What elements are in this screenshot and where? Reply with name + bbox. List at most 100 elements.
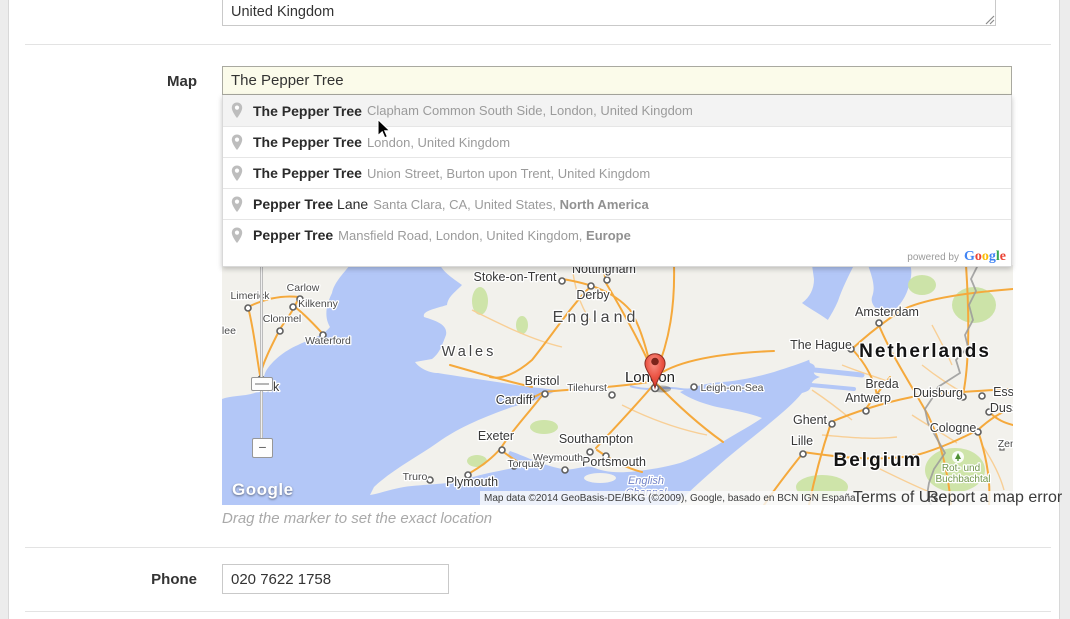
autocomplete-dropdown: The Pepper Tree Clapham Common South Side…	[222, 95, 1012, 267]
place-pin-icon	[231, 196, 243, 213]
map-label: ulee	[222, 325, 236, 337]
map-label: Plymouth	[446, 475, 498, 489]
google-logo-letter: o	[982, 249, 989, 264]
item-secondary-text: Mansfield Road, London, United Kingdom, …	[338, 228, 631, 243]
google-logo-letter: g	[989, 249, 996, 264]
map-label: Breda	[865, 377, 898, 391]
autocomplete-item[interactable]: The Pepper Tree Union Street, Burton upon…	[223, 157, 1011, 188]
powered-by-google[interactable]: powered by Google	[223, 250, 1011, 266]
map-label: Stoke-on-Trent	[474, 270, 557, 284]
map-label: Zentr	[998, 438, 1013, 450]
map-label: Rot- und	[942, 463, 980, 474]
item-secondary-text: Santa Clara, CA, United States, North Am…	[373, 197, 649, 212]
zoom-slider-track[interactable]	[260, 265, 263, 439]
map-label: Kilkenny	[298, 298, 338, 310]
park-icon	[952, 451, 964, 463]
phone-field-label: Phone	[57, 571, 197, 588]
map-label: Amsterdam	[855, 305, 919, 319]
map-label: England	[553, 309, 640, 326]
map-label: Truro	[403, 471, 428, 483]
item-secondary-text: Clapham Common South Side, London, Unite…	[367, 103, 693, 118]
map-label: Belgium	[834, 450, 923, 471]
city-dot	[609, 392, 615, 398]
item-main-text: The Pepper Tree	[253, 103, 362, 119]
map-label: Exeter	[478, 429, 514, 443]
city-dot	[499, 447, 505, 453]
report-map-error-link[interactable]: Report a map error	[927, 491, 1062, 505]
google-logo-letter: e	[1000, 249, 1006, 264]
map-label: Buchbachtal	[935, 474, 990, 485]
map-label: Southampton	[559, 432, 633, 446]
city-dot	[277, 328, 283, 334]
item-secondary-text: Union Street, Burton upon Trent, United …	[367, 166, 650, 181]
map-label: Antwerp	[845, 391, 891, 405]
city-dot	[876, 320, 882, 326]
map-label: The Hague	[790, 338, 852, 352]
map-label: Cardiff	[496, 393, 533, 407]
map-label: Esse	[993, 385, 1013, 399]
place-pin-icon	[231, 165, 243, 182]
city-dot	[542, 391, 548, 397]
place-pin-icon	[231, 102, 243, 119]
map-label: Derby	[576, 288, 610, 302]
map-label: Duisburg	[913, 386, 963, 400]
section-divider	[25, 611, 1051, 612]
autocomplete-item[interactable]: Pepper Tree Lane Santa Clara, CA, United …	[223, 188, 1011, 219]
autocomplete-item[interactable]: Pepper Tree Mansfield Road, London, Unite…	[223, 219, 1011, 250]
zoom-slider-thumb[interactable]	[251, 377, 273, 391]
google-maps-logo[interactable]: Google	[232, 480, 294, 500]
map-field-label: Map	[57, 73, 197, 90]
map-label: Carlow	[287, 282, 320, 294]
item-main-text: Pepper Tree Lane	[253, 196, 368, 212]
item-main-text: The Pepper Tree	[253, 165, 362, 181]
city-dot	[829, 421, 835, 427]
city-dot	[604, 277, 610, 283]
city-dot	[290, 304, 296, 310]
textarea-resize-handle-icon[interactable]	[985, 15, 995, 25]
powered-by-label: powered by	[907, 252, 959, 263]
map-label: Ghent	[793, 413, 828, 427]
map-label: Cologne	[930, 421, 977, 435]
map-label: Portsmouth	[582, 455, 646, 469]
map-search-input[interactable]	[222, 66, 1012, 95]
city-dot	[562, 467, 568, 473]
place-pin-icon	[231, 134, 243, 151]
city-dot	[691, 384, 697, 390]
item-secondary-text: London, United Kingdom	[367, 135, 510, 150]
map-label: Waterford	[305, 335, 351, 347]
map-label: Netherlands	[859, 341, 991, 362]
map-label: Lille	[791, 434, 813, 448]
map-label: Torquay	[507, 458, 545, 470]
map-label: English	[628, 475, 664, 487]
place-pin-icon	[231, 227, 243, 244]
zoom-out-button[interactable]: −	[252, 438, 273, 458]
map-label: Leigh-on-Sea	[700, 382, 763, 394]
google-logo-letter: o	[975, 249, 982, 264]
map-label: Wales	[442, 344, 497, 360]
city-dot	[427, 477, 433, 483]
address-textarea[interactable]: United Kingdom	[222, 0, 996, 26]
city-dot	[800, 451, 806, 457]
item-main-text: The Pepper Tree	[253, 134, 362, 150]
map-label: Dussel	[990, 401, 1013, 415]
city-dot	[559, 278, 565, 284]
city-dot	[979, 393, 985, 399]
map-label: Clonmel	[263, 313, 302, 325]
section-divider	[25, 547, 1051, 548]
google-logo: Google	[964, 249, 1006, 265]
map-canvas[interactable]: Limerick Carlow Kilkenny ClonmelWaterford ul…	[222, 265, 1013, 505]
map-label: Tilehurst	[567, 382, 607, 394]
map-attribution-text: Map data ©2014 GeoBasis-DE/BKG (©2009), …	[480, 493, 856, 504]
map-hint-text: Drag the marker to set the exact locatio…	[222, 510, 492, 527]
google-logo-letter: G	[964, 249, 975, 264]
item-main-text: Pepper Tree	[253, 227, 333, 243]
city-dot	[863, 408, 869, 414]
city-dot	[245, 305, 251, 311]
autocomplete-item[interactable]: The Pepper Tree Clapham Common South Side…	[223, 95, 1011, 126]
section-divider	[25, 44, 1051, 45]
autocomplete-item[interactable]: The Pepper Tree London, United Kingdom	[223, 126, 1011, 157]
map-graphic: Limerick Carlow Kilkenny ClonmelWaterford ul…	[222, 265, 1013, 505]
map-label: Limerick	[230, 290, 270, 302]
phone-input[interactable]	[222, 564, 449, 594]
map-label: Bristol	[525, 374, 560, 388]
